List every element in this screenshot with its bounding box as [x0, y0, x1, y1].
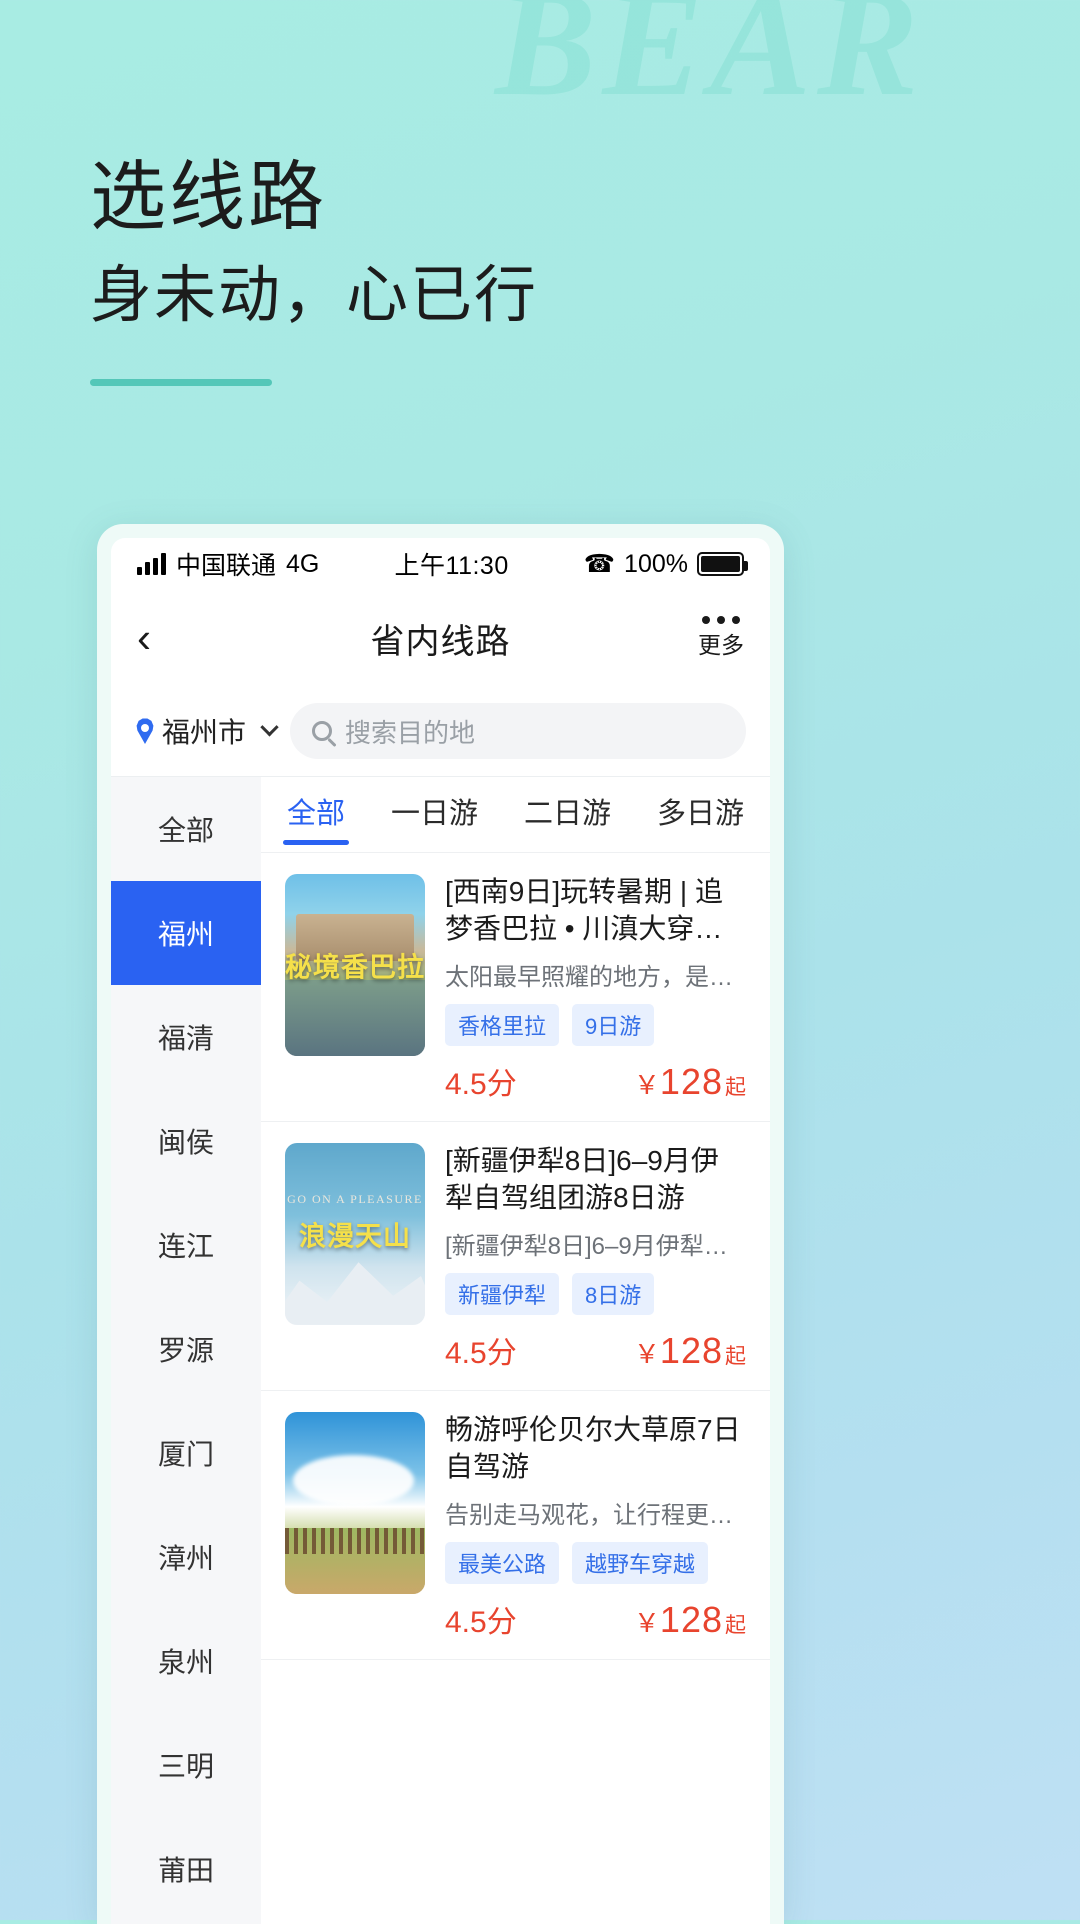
- city-name: 福州市: [162, 717, 247, 748]
- product-tag: 香格里拉: [445, 1003, 560, 1046]
- sidebar-item-莆田[interactable]: 莆田: [111, 1817, 261, 1921]
- product-card[interactable]: GO ON A PLEASURE 浪漫天山 [新疆伊犁8日]6–9月伊犁自驾组团游8…: [261, 1122, 770, 1391]
- price-suffix: 起: [725, 1075, 746, 1099]
- product-price: ￥ 128 起: [634, 1330, 746, 1372]
- product-tag: 新疆伊犁: [445, 1272, 560, 1315]
- currency-symbol: ￥: [633, 1607, 660, 1638]
- thumbnail-subtext: GO ON A PLEASURE: [287, 1192, 423, 1207]
- product-price: ￥ 128 起: [634, 1061, 746, 1103]
- product-tags: 新疆伊犁 8日游: [445, 1272, 746, 1315]
- phone-screen: 中国联通 4G 上午11:30 ☎︎ 100% ‹ 省内线路 更多 福州市 搜索…: [111, 538, 770, 1924]
- product-meta-row: 4.5分 ￥ 128 起: [445, 1059, 746, 1103]
- bear-watermark: BEAR: [495, 0, 925, 127]
- more-button[interactable]: 更多: [698, 616, 744, 660]
- product-price: ￥ 128 起: [634, 1599, 746, 1641]
- search-icon: [312, 721, 333, 741]
- more-label: 更多: [698, 632, 744, 658]
- battery-icon: [697, 552, 748, 576]
- sidebar-item-闽侯[interactable]: 闽侯: [111, 1089, 261, 1193]
- sidebar-item-漳州[interactable]: 漳州: [111, 1505, 261, 1609]
- chevron-down-icon: [260, 717, 279, 736]
- product-description: 告别走马观花，让行程更轻···: [445, 1501, 746, 1529]
- product-list: 秘境香巴拉 [西南9日]玩转暑期 | 追梦香巴拉 • 川滇大穿越自··· 太阳最早照…: [261, 853, 770, 1924]
- product-description: 太阳最早照耀的地方，是东···: [445, 963, 746, 991]
- product-description: [新疆伊犁8日]6–9月伊犁自···: [445, 1232, 746, 1260]
- sidebar-item-连江[interactable]: 连江: [111, 1193, 261, 1297]
- promo-subtitle: 身未动，心已行: [90, 261, 539, 331]
- tab-一日游[interactable]: 一日游: [391, 790, 478, 839]
- product-tags: 香格里拉 9日游: [445, 1003, 746, 1046]
- product-title: [新疆伊犁8日]6–9月伊犁自驾组团游8日游: [445, 1144, 719, 1213]
- sidebar-item-福清[interactable]: 福清: [111, 985, 261, 1089]
- sidebar-item-罗源[interactable]: 罗源: [111, 1297, 261, 1401]
- search-input[interactable]: 搜索目的地: [290, 703, 746, 759]
- sidebar-item-三明[interactable]: 三明: [111, 1713, 261, 1817]
- status-time: 上午11:30: [394, 552, 509, 580]
- product-rating: 4.5分: [445, 1605, 517, 1639]
- category-tabs[interactable]: 全部 一日游 二日游 多日游: [261, 777, 770, 853]
- status-left: 中国联通 4G: [137, 546, 319, 582]
- city-selector[interactable]: 福州市: [135, 711, 279, 751]
- sidebar-item-全部[interactable]: 全部: [111, 777, 261, 881]
- bluetooth-icon: ☎︎: [583, 549, 616, 578]
- sidebar-item-泉州[interactable]: 泉州: [111, 1609, 261, 1713]
- battery-percent: 100%: [624, 549, 688, 578]
- currency-symbol: ￥: [633, 1338, 660, 1369]
- accent-rule: [90, 379, 272, 387]
- carrier-name: 中国联通: [176, 552, 277, 580]
- tab-多日游[interactable]: 多日游: [657, 790, 744, 839]
- tab-全部[interactable]: 全部: [283, 790, 349, 845]
- page-title: 省内线路: [370, 622, 511, 661]
- product-tag: 8日游: [572, 1272, 655, 1315]
- price-suffix: 起: [725, 1613, 746, 1637]
- network-type: 4G: [286, 549, 320, 578]
- product-thumbnail: 秘境香巴拉: [285, 874, 425, 1056]
- product-tag: 9日游: [572, 1003, 655, 1046]
- listing-column: 全部 一日游 二日游 多日游 秘境香巴拉 [西南9日]玩转暑期 | 追梦香巴拉 • 川滇…: [261, 777, 770, 1924]
- more-dots-icon: [702, 616, 740, 624]
- promo-title: 选线路: [90, 155, 327, 240]
- product-meta-row: 4.5分 ￥ 128 起: [445, 1597, 746, 1641]
- tab-二日游[interactable]: 二日游: [524, 790, 611, 839]
- price-amount: 128: [659, 1329, 723, 1371]
- status-bar: 中国联通 4G 上午11:30 ☎︎ 100%: [111, 538, 770, 590]
- currency-symbol: ￥: [633, 1069, 660, 1100]
- product-rating: 4.5分: [445, 1067, 517, 1101]
- nav-bar: ‹ 省内线路 更多: [111, 590, 770, 686]
- sidebar-item-福州[interactable]: 福州: [111, 881, 261, 985]
- map-pin-icon: [135, 718, 155, 744]
- product-rating: 4.5分: [445, 1336, 517, 1370]
- search-placeholder: 搜索目的地: [345, 717, 476, 748]
- product-meta-row: 4.5分 ￥ 128 起: [445, 1328, 746, 1372]
- content-area: 全部福州福清闽侯连江罗源厦门漳州泉州三明莆田南平 全部一日游二日游多日游 秘境香…: [111, 776, 770, 1924]
- product-info: [西南9日]玩转暑期 | 追梦香巴拉 • 川滇大穿越自··· 太阳最早照耀的地方，…: [445, 874, 746, 1103]
- price-amount: 128: [659, 1060, 723, 1102]
- product-card[interactable]: 秘境香巴拉 [西南9日]玩转暑期 | 追梦香巴拉 • 川滇大穿越自··· 太阳最早照…: [261, 853, 770, 1122]
- product-thumbnail: [285, 1411, 425, 1594]
- search-row: 福州市 搜索目的地: [111, 686, 770, 776]
- product-title: [西南9日]玩转暑期 | 追梦香巴拉 • 川滇大穿越自···: [445, 876, 723, 944]
- city-sidebar[interactable]: 全部福州福清闽侯连江罗源厦门漳州泉州三明莆田南平: [111, 777, 261, 1924]
- status-right: ☎︎ 100%: [583, 549, 748, 579]
- promo-headline: 选线路 身未动，心已行: [90, 155, 539, 387]
- product-info: [新疆伊犁8日]6–9月伊犁自驾组团游8日游 [新疆伊犁8日]6–9月伊犁自···…: [445, 1143, 746, 1372]
- product-tags: 最美公路 越野车穿越: [445, 1541, 746, 1584]
- price-amount: 128: [659, 1598, 723, 1640]
- product-info: 畅游呼伦贝尔大草原7日自驾游告别走马观花，让行程更轻··· 最美公路 越野车穿越 4.…: [445, 1412, 746, 1641]
- thumbnail-label: 浪漫天山: [299, 1221, 411, 1252]
- phone-mockup: 中国联通 4G 上午11:30 ☎︎ 100% ‹ 省内线路 更多 福州市 搜索…: [97, 524, 784, 1924]
- product-card[interactable]: 畅游呼伦贝尔大草原7日自驾游告别走马观花，让行程更轻··· 最美公路 越野车穿越 4.…: [261, 1391, 770, 1660]
- thumbnail-label: 秘境香巴拉: [285, 952, 425, 983]
- signal-bars-icon: [137, 553, 166, 575]
- product-tag: 最美公路: [445, 1541, 560, 1584]
- product-title: 畅游呼伦贝尔大草原7日自驾游: [445, 1413, 741, 1482]
- price-suffix: 起: [725, 1344, 746, 1368]
- sidebar-item-厦门[interactable]: 厦门: [111, 1401, 261, 1505]
- product-tag: 越野车穿越: [572, 1541, 709, 1584]
- product-thumbnail: GO ON A PLEASURE 浪漫天山: [285, 1142, 425, 1325]
